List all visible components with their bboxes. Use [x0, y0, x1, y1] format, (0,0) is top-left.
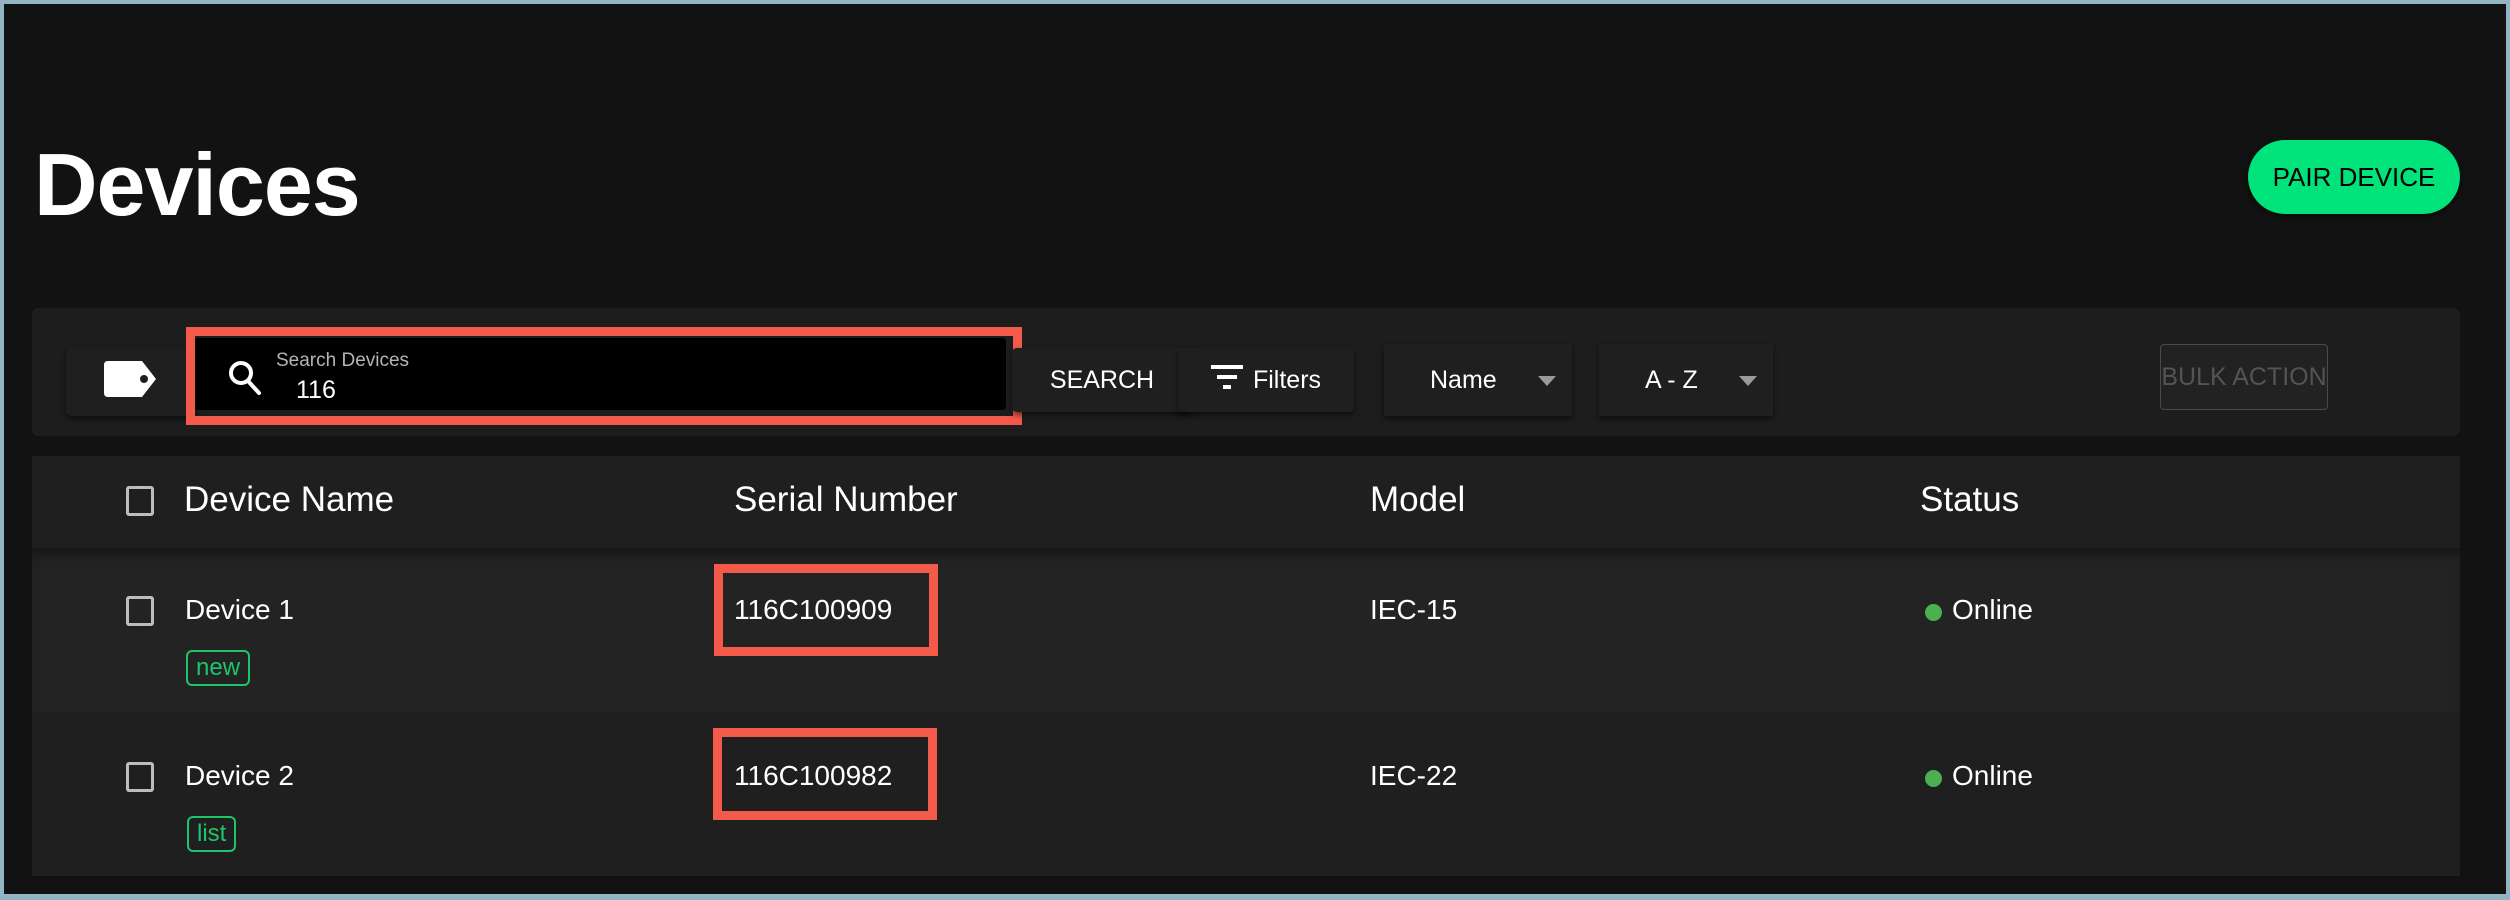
toolbar: Search Devices 116 SEARCH Filters Name A… [32, 308, 2460, 436]
chevron-down-icon [1538, 376, 1556, 386]
chevron-down-icon [1739, 376, 1757, 386]
search-field[interactable]: Search Devices 116 [194, 338, 1006, 410]
status-online-dot [1925, 770, 1942, 787]
status-online-dot [1925, 604, 1942, 621]
select-all-checkbox[interactable] [126, 486, 154, 516]
sort-order-select[interactable]: A - Z [1599, 344, 1773, 416]
sort-field-select[interactable]: Name [1384, 344, 1572, 416]
row-checkbox[interactable] [126, 596, 154, 626]
sort-order-value: A - Z [1645, 365, 1698, 394]
sort-field-value: Name [1430, 365, 1497, 394]
search-input[interactable]: 116 [296, 376, 336, 405]
page-title: Devices [34, 135, 361, 234]
column-header-model[interactable]: Model [1370, 480, 1465, 520]
pair-device-button[interactable]: PAIR DEVICE [2248, 140, 2460, 214]
tag-icon [104, 360, 158, 404]
filters-button[interactable]: Filters [1178, 348, 1354, 412]
table-row[interactable]: Device 1 new 116C100909 IEC-15 Online [32, 548, 2460, 714]
column-header-device-name[interactable]: Device Name [184, 480, 394, 520]
serial-number: 116C100909 [734, 594, 893, 625]
search-label: Search Devices [276, 350, 410, 371]
devices-table: Device Name Serial Number Model Status D… [32, 456, 2460, 876]
status-text: Online [1952, 760, 2033, 791]
status-text: Online [1952, 594, 2033, 625]
column-header-serial-number[interactable]: Serial Number [734, 480, 958, 520]
device-name[interactable]: Device 1 [185, 594, 294, 626]
device-tag-chip[interactable]: list [187, 816, 237, 852]
filters-label: Filters [1252, 365, 1322, 394]
table-header: Device Name Serial Number Model Status [32, 456, 2460, 548]
filter-list-icon [1210, 364, 1243, 397]
serial-number: 116C100982 [734, 760, 893, 791]
model: IEC-15 [1370, 594, 1458, 625]
device-tag-chip[interactable]: new [186, 650, 251, 686]
column-header-status[interactable]: Status [1920, 480, 2019, 520]
search-button[interactable]: SEARCH [1012, 348, 1192, 412]
model: IEC-22 [1370, 760, 1458, 791]
tag-filter-button[interactable] [66, 348, 196, 416]
app-screen: Devices PAIR DEVICE Search Devices 116 S… [4, 4, 2506, 894]
device-name[interactable]: Device 2 [185, 760, 294, 792]
table-row[interactable]: Device 2 list 116C100982 IEC-22 Online [32, 712, 2460, 876]
bulk-action-button[interactable]: BULK ACTION [2160, 344, 2328, 410]
search-icon [228, 360, 262, 401]
row-checkbox[interactable] [126, 762, 154, 792]
